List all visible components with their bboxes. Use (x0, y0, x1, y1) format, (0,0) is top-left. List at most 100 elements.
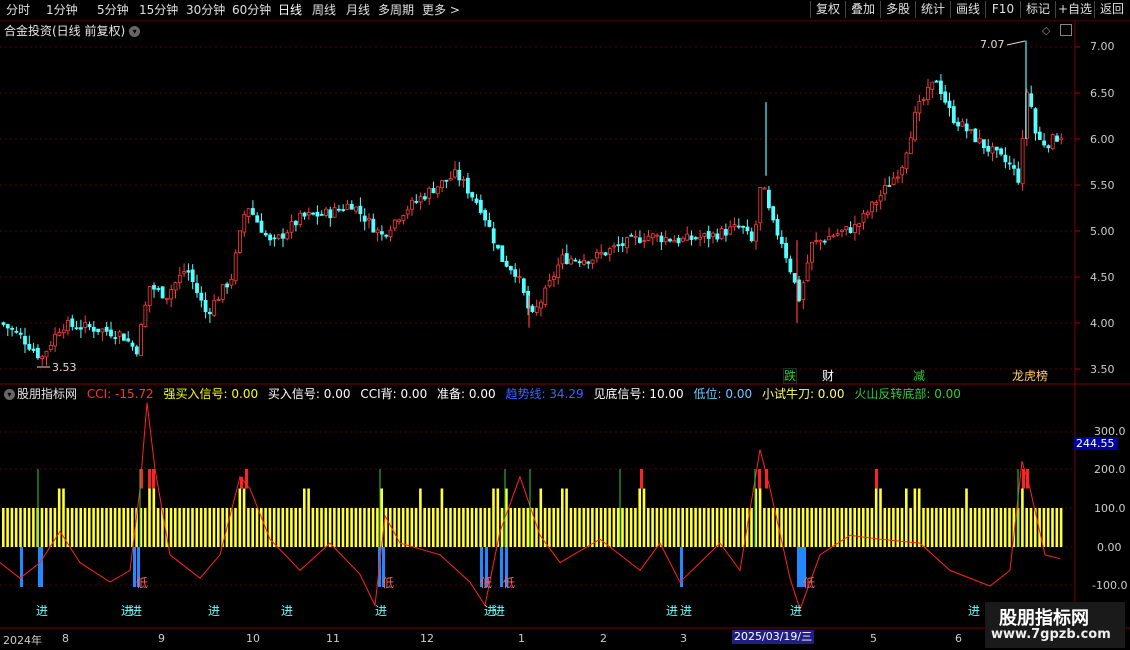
candle-body (474, 198, 479, 203)
price-tick-450: 4.50 (1090, 271, 1115, 284)
signal-bar (883, 508, 887, 547)
candle-body (577, 261, 582, 264)
candle-body (203, 300, 208, 313)
high-price-label: 7.07 (980, 38, 1005, 51)
signal-bar (522, 508, 525, 547)
candle-body (702, 233, 707, 237)
event-marker-die[interactable]: 跌 (783, 368, 798, 384)
signal-bar (879, 488, 882, 547)
signal-bar (801, 508, 805, 547)
signal-bar (518, 508, 521, 547)
signal-bar (690, 508, 693, 547)
candle-body (930, 81, 935, 91)
signal-bar (487, 508, 491, 547)
candle-body (564, 253, 569, 265)
signal-bar (905, 488, 908, 547)
candle-body (784, 242, 788, 259)
candle-body (1046, 145, 1051, 149)
candle-body (285, 232, 290, 240)
candle-body (341, 209, 346, 211)
signal-bar (930, 508, 934, 547)
candle-body (354, 206, 359, 212)
signal-marker-jin: 进 (790, 604, 803, 618)
window-toggle-icon[interactable] (1060, 24, 1072, 36)
candle-body (939, 80, 943, 95)
signal-bar (969, 508, 973, 547)
diamond-icon[interactable]: ◇ (1042, 24, 1050, 37)
signal-bar (337, 508, 340, 547)
red-signal-bar (148, 469, 151, 489)
signal-bar (573, 508, 577, 547)
candle-body (272, 237, 277, 240)
ind-tick-0: 0.00 (1097, 541, 1122, 554)
signal-bar (423, 508, 426, 547)
signal-bar (45, 508, 48, 547)
candle-body (741, 225, 745, 228)
signal-marker-di: 低 (480, 576, 493, 590)
candle-body (668, 238, 672, 242)
candle-body (956, 121, 960, 127)
signal-bar (23, 508, 27, 547)
signal-bar (277, 508, 280, 547)
signal-bar (376, 508, 379, 547)
signal-bar (1046, 508, 1050, 547)
signal-bar (208, 508, 211, 547)
price-tick-700: 7.00 (1090, 40, 1115, 53)
candle-body (599, 252, 604, 255)
candle-body (646, 235, 651, 241)
candle-body (164, 297, 169, 300)
candle-body (762, 187, 767, 190)
event-marker-cai[interactable]: 财 (822, 370, 834, 383)
candle-body (66, 320, 70, 332)
signal-bar (698, 508, 702, 547)
signal-bar (960, 508, 964, 547)
candle-body (926, 87, 930, 101)
x-tick-6: 6 (955, 632, 962, 645)
x-tick-3: 3 (680, 632, 687, 645)
signal-bar (1055, 508, 1059, 547)
signal-bar (66, 508, 70, 547)
candle-body (964, 123, 969, 132)
signal-bar (582, 508, 586, 547)
candle-body (61, 329, 66, 334)
candle-body (332, 207, 337, 218)
candle-body (973, 128, 978, 143)
candle-body (117, 331, 122, 337)
signal-bar (272, 508, 276, 547)
signal-bar (965, 488, 968, 547)
signal-bar (251, 508, 254, 547)
candle-body (913, 111, 917, 141)
candle-body (250, 208, 255, 215)
signal-bar (10, 508, 14, 547)
signal-bar (371, 508, 375, 547)
event-marker-longhubang[interactable]: 龙虎榜 (1012, 370, 1048, 383)
signal-bar (199, 508, 203, 547)
candle-body (143, 304, 148, 327)
candle-body (1050, 134, 1055, 150)
event-marker-jian[interactable]: 减 (913, 370, 925, 383)
signal-bar (509, 508, 512, 547)
signal-bar (169, 508, 173, 547)
candle-body (147, 286, 152, 306)
signal-bar (870, 508, 874, 547)
candle-body (375, 229, 380, 234)
signal-bar (479, 508, 482, 547)
candle-body (1003, 154, 1008, 163)
candle-body (345, 203, 350, 210)
candle-body (908, 137, 913, 155)
low-signal-bar (797, 547, 800, 587)
candle-body (999, 148, 1003, 155)
x-tick-11: 11 (326, 632, 340, 645)
chevron-down-icon[interactable]: ▾ (4, 389, 15, 400)
candle-body (934, 80, 939, 83)
signal-bar (715, 508, 719, 547)
candle-body (560, 254, 565, 265)
signal-bar (1051, 508, 1054, 547)
candle-body (616, 244, 621, 247)
candle-body (827, 236, 831, 241)
signal-bar (384, 508, 388, 547)
candle-body (293, 220, 298, 226)
signal-bar (432, 508, 435, 547)
candle-body (990, 146, 995, 154)
price-tick-350: 3.50 (1090, 363, 1115, 376)
